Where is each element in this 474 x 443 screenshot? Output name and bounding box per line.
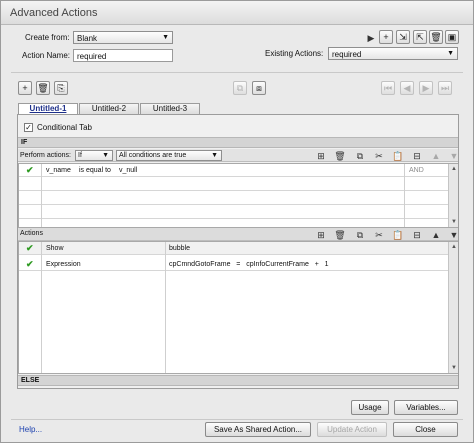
create-from-value: Blank <box>77 34 98 43</box>
condition-logic[interactable]: AND <box>409 164 424 177</box>
duplicate-tab-icon[interactable]: ⎘ <box>54 81 68 95</box>
move-down-icon[interactable]: ▼ <box>447 228 461 242</box>
window-title: Advanced Actions <box>10 7 98 19</box>
column-divider <box>41 242 42 373</box>
column-divider <box>165 242 166 373</box>
move-up-icon[interactable]: ▲ <box>429 228 443 242</box>
table-row[interactable] <box>19 206 448 219</box>
add-row-icon[interactable]: ⊞ <box>314 228 328 242</box>
delete-row-icon[interactable]: 🗑 <box>333 228 347 242</box>
existing-actions-label: Existing Actions: <box>265 49 324 58</box>
existing-actions-select[interactable]: required ▼ <box>328 47 458 60</box>
close-button[interactable]: Close <box>393 422 458 437</box>
add-tab-icon[interactable]: + <box>18 81 32 95</box>
table-row[interactable]: ✔ Expression cpCmndGotoFrame = cpInfoCur… <box>19 258 448 271</box>
last-tab-icon[interactable]: ⏭ <box>438 81 452 95</box>
condition-value[interactable]: v_null <box>119 164 137 177</box>
conditional-tab-checkbox[interactable]: ✓ <box>24 123 33 132</box>
insert-row-icon[interactable]: ⊟ <box>410 149 424 163</box>
chevron-down-icon: ▼ <box>162 34 169 41</box>
action-name-input[interactable]: required <box>73 49 173 62</box>
perform-actions-value: If <box>78 152 82 159</box>
actions-grid: ✔ Show bubble ✔ Expression cpCmndGotoFra… <box>18 241 458 374</box>
action-name-label: Action Name: <box>22 51 71 60</box>
cut-icon[interactable]: ✂ <box>372 149 386 163</box>
column-divider <box>404 164 405 227</box>
scroll-up-icon[interactable]: ▲ <box>450 243 458 251</box>
chevron-down-icon: ▼ <box>447 50 454 57</box>
play-icon[interactable]: ▶ <box>364 31 378 45</box>
action-target-cell[interactable]: cpCmndGotoFrame = cpInfoCurrentFrame + 1 <box>169 258 329 271</box>
create-from-label: Create from: <box>25 33 70 42</box>
save-icon[interactable]: ▣ <box>445 30 459 44</box>
condition-mode-value: All conditions are true <box>119 152 187 159</box>
delete-row-icon[interactable]: 🗑 <box>333 149 347 163</box>
add-row-icon[interactable]: ⊞ <box>314 149 328 163</box>
advanced-actions-dialog: Advanced Actions Create from: Blank ▼ Ac… <box>0 0 474 443</box>
export-icon[interactable]: ⇱ <box>413 30 427 44</box>
insert-row-icon[interactable]: ⊟ <box>410 228 424 242</box>
paste-row-icon[interactable]: 📋 <box>391 228 405 242</box>
delete-tab-icon[interactable]: 🗑 <box>36 81 50 95</box>
else-section-header: ELSE <box>18 375 458 386</box>
move-down-icon[interactable]: ▼ <box>447 149 461 163</box>
create-from-select[interactable]: Blank ▼ <box>73 31 173 44</box>
actions-section-header: Actions <box>20 230 43 237</box>
copy-row-icon[interactable]: ⧉ <box>353 149 367 163</box>
save-shared-action-button[interactable]: Save As Shared Action... <box>205 422 311 437</box>
variables-button[interactable]: Variables... <box>394 400 458 415</box>
paste-tab-icon[interactable]: ⧈ <box>252 81 266 95</box>
import-icon[interactable]: ⇲ <box>396 30 410 44</box>
cut-icon[interactable]: ✂ <box>372 228 386 242</box>
move-up-icon[interactable]: ▲ <box>429 149 443 163</box>
conditions-scrollbar[interactable]: ▲ ▼ <box>448 164 458 227</box>
action-name-cell[interactable]: Show <box>46 242 64 255</box>
copy-row-icon[interactable]: ⧉ <box>353 228 367 242</box>
help-link[interactable]: Help... <box>19 425 42 434</box>
conditions-grid: ✔ v_name is equal to v_null AND ▲ ▼ <box>18 163 458 228</box>
title-bar: Advanced Actions <box>1 1 473 25</box>
chevron-down-icon: ▼ <box>211 152 218 159</box>
condition-variable[interactable]: v_name <box>46 164 71 177</box>
actions-scrollbar[interactable]: ▲ ▼ <box>448 242 458 373</box>
check-icon[interactable]: ✔ <box>26 164 34 177</box>
table-row[interactable]: ✔ Show bubble <box>19 242 448 255</box>
table-row[interactable]: ✔ v_name is equal to v_null AND <box>19 164 448 177</box>
next-tab-icon[interactable]: ▶ <box>419 81 433 95</box>
table-row[interactable] <box>19 192 448 205</box>
paste-row-icon[interactable]: 📋 <box>391 149 405 163</box>
action-target-cell[interactable]: bubble <box>169 242 190 255</box>
update-action-button[interactable]: Update Action <box>317 422 387 437</box>
scroll-down-icon[interactable]: ▼ <box>450 364 458 372</box>
column-divider <box>41 164 42 227</box>
prev-tab-icon[interactable]: ◀ <box>400 81 414 95</box>
scroll-down-icon[interactable]: ▼ <box>450 218 458 226</box>
add-action-icon[interactable]: + <box>379 30 393 44</box>
first-tab-icon[interactable]: ⏮ <box>381 81 395 95</box>
usage-button[interactable]: Usage <box>351 400 389 415</box>
existing-actions-value: required <box>332 50 362 59</box>
check-icon[interactable]: ✔ <box>26 242 34 255</box>
table-row[interactable] <box>19 178 448 191</box>
separator <box>11 419 463 420</box>
conditional-tab-label: Conditional Tab <box>37 123 93 132</box>
check-icon[interactable]: ✔ <box>26 258 34 271</box>
condition-mode-select[interactable]: All conditions are true ▼ <box>116 150 222 161</box>
chevron-down-icon: ▼ <box>102 152 109 159</box>
perform-actions-label: Perform actions: <box>20 152 71 159</box>
action-name-cell[interactable]: Expression <box>46 258 81 271</box>
delete-action-icon[interactable]: 🗑 <box>429 30 443 44</box>
copy-tab-icon[interactable]: ⧉ <box>233 81 247 95</box>
scroll-up-icon[interactable]: ▲ <box>450 165 458 173</box>
perform-actions-select[interactable]: If ▼ <box>75 150 113 161</box>
condition-operator[interactable]: is equal to <box>79 164 111 177</box>
if-section-header: IF <box>18 137 458 148</box>
separator <box>11 72 463 73</box>
